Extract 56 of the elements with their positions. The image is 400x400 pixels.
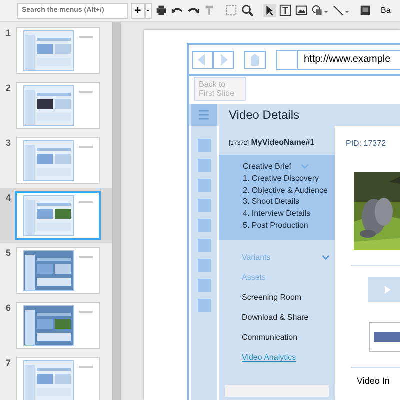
pid-label: PID: 17372 (346, 139, 388, 148)
section-heading: Video In (357, 376, 391, 386)
cursor-icon[interactable] (263, 4, 276, 17)
slide-number: 3 (6, 138, 12, 148)
line-icon[interactable] (332, 4, 350, 17)
url-text: http://www.example (303, 54, 391, 65)
slide-thumbnail[interactable] (17, 303, 99, 348)
brief-step[interactable]: 1. Creative Discovery (243, 172, 335, 185)
home-icon[interactable] (244, 50, 266, 68)
play-icon[interactable] (385, 286, 391, 294)
sidebar-square-icon[interactable] (198, 259, 210, 272)
chevron-down-icon[interactable] (322, 255, 330, 260)
shape-icon[interactable] (311, 4, 329, 17)
brief-step[interactable]: 3. Shoot Details (243, 196, 335, 208)
nav-link[interactable]: Download & Share (242, 313, 322, 322)
brief-step[interactable]: 2. Objective & Audience (243, 184, 335, 196)
slide-number: 7 (6, 358, 12, 368)
slide-thumbnail[interactable] (17, 193, 99, 238)
nav-link[interactable]: Communication (242, 333, 322, 342)
video-player[interactable] (368, 277, 400, 302)
slide-number: 2 (6, 83, 12, 93)
slide-number: 4 (6, 193, 12, 203)
print-icon[interactable] (155, 4, 168, 17)
zoom-out-button[interactable]: - (145, 2, 152, 18)
slide-thumbnail[interactable] (17, 138, 99, 183)
slide-thumbnail[interactable] (17, 248, 99, 293)
slide-number: 6 (6, 303, 12, 313)
address-bar[interactable]: http://www.example (276, 50, 400, 70)
back-forward-icon[interactable] (192, 50, 234, 68)
zoom-in-button[interactable]: + (131, 2, 145, 18)
chevron-down-icon[interactable] (301, 164, 310, 170)
sidebar-square-icon[interactable] (198, 179, 210, 192)
toolbar-label[interactable]: Ba (381, 6, 391, 15)
sidebar-square-icon[interactable] (198, 219, 210, 232)
image-icon[interactable] (295, 4, 308, 17)
nav-link[interactable]: Screening Room (242, 293, 322, 302)
sidebar-square-icon[interactable] (198, 299, 210, 312)
sidebar-square-icon[interactable] (198, 159, 210, 172)
sidebar-square-icon[interactable] (198, 279, 210, 292)
text-box-icon[interactable] (279, 4, 292, 17)
slide-thumbnail[interactable] (17, 358, 99, 400)
brief-step[interactable]: 5. Post Production (243, 220, 335, 232)
comment-icon[interactable] (359, 4, 372, 17)
brief-step[interactable]: 4. Interview Details (243, 208, 335, 220)
menu-icon[interactable] (191, 104, 217, 126)
page-title: Video Details (229, 108, 300, 122)
slide-number: 5 (6, 248, 12, 258)
slide-thumbnail[interactable] (17, 28, 99, 73)
slide-number: 1 (6, 28, 12, 38)
creative-brief-title[interactable]: Creative Brief (243, 161, 292, 173)
slide-thumbnail[interactable] (17, 83, 99, 128)
zoom-icon[interactable] (241, 4, 254, 17)
sidebar-square-icon[interactable] (198, 239, 210, 252)
sidebar-square-icon[interactable] (198, 139, 210, 152)
scrollbar[interactable] (112, 22, 121, 400)
sidebar-square-icon[interactable] (198, 199, 210, 212)
